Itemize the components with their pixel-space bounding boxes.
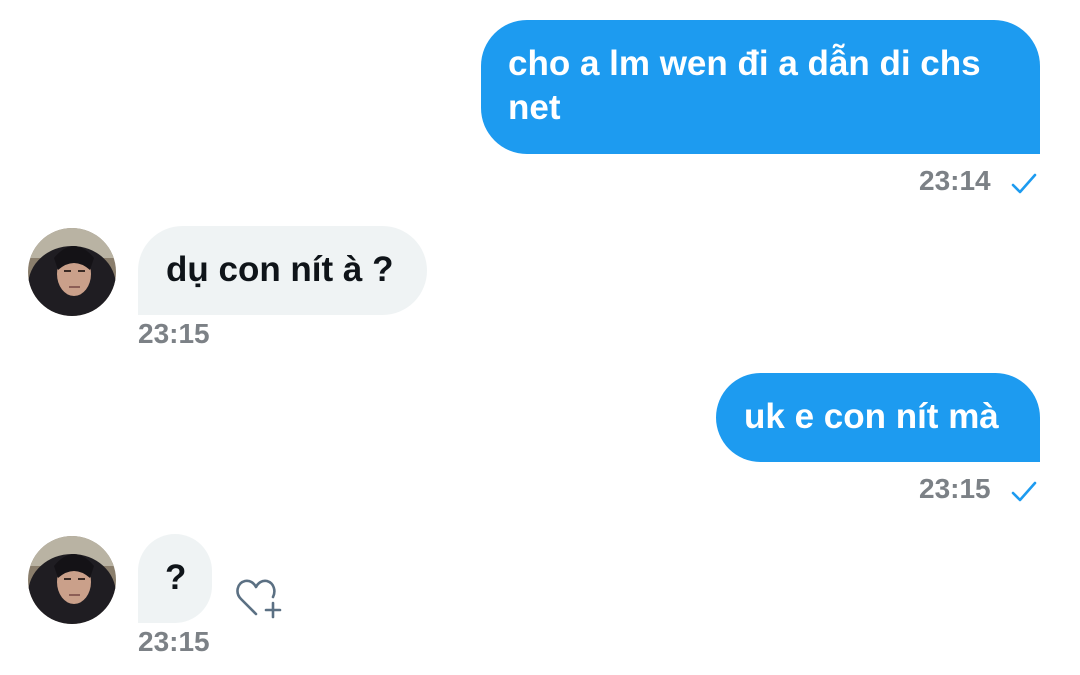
incoming-message-bubble[interactable]: ? [138, 534, 212, 623]
contact-avatar[interactable] [28, 228, 116, 316]
heart-plus-icon[interactable] [234, 574, 286, 622]
message-text-line: cho a lm wen đi a dẫn di chs [508, 44, 981, 83]
message-text: dụ con nít à ? [166, 250, 394, 289]
message-text: uk e con nít mà [744, 397, 999, 436]
check-icon [1011, 173, 1037, 194]
message-timestamp: 23:14 [919, 165, 991, 196]
outgoing-message-bubble[interactable]: cho a lm wen đi a dẫn di chs net [481, 20, 1040, 154]
contact-avatar[interactable] [28, 536, 116, 624]
avatar-image [28, 536, 116, 624]
message-timestamp: 23:15 [138, 318, 210, 349]
message-text: ? [165, 558, 187, 597]
outgoing-message-bubble[interactable]: uk e con nít mà [716, 373, 1040, 462]
avatar-image [28, 228, 116, 316]
message-timestamp: 23:15 [919, 473, 991, 504]
check-icon [1011, 481, 1037, 502]
incoming-message-bubble[interactable]: dụ con nít à ? [138, 226, 427, 315]
message-timestamp: 23:15 [138, 626, 210, 657]
conversation-view: cho a lm wen đi a dẫn di chs net 23:14 d… [0, 0, 1080, 675]
message-text-line: net [508, 88, 561, 127]
